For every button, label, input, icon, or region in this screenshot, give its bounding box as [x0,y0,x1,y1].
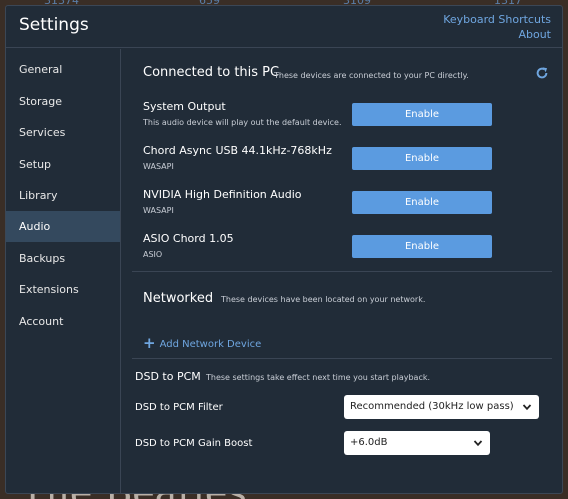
dsd-section-description: These settings take effect next time you… [206,373,431,382]
audio-settings-panel: Connected to this PC These devices are c… [122,49,562,493]
dsd-section-title: DSD to PCM [135,370,201,383]
sidebar-item-library[interactable]: Library [6,180,120,211]
device-api: WASAPI [143,162,174,171]
about-link[interactable]: About [518,28,551,41]
enable-nvidia-hd-audio-button[interactable]: Enable [352,191,492,214]
add-network-device-link[interactable]: + Add Network Device [143,334,261,352]
device-description: This audio device will play out the defa… [143,118,342,127]
sidebar-item-services[interactable]: Services [6,117,120,148]
dsd-filter-value: Recommended (30kHz low pass) [350,401,514,412]
dialog-title: Settings [19,15,89,35]
sidebar-item-general[interactable]: General [6,54,120,85]
settings-dialog: Settings Keyboard Shortcuts About Genera… [5,5,563,494]
connected-section-title: Connected to this PC [143,65,280,80]
device-name: ASIO Chord 1.05 [143,232,234,245]
dsd-gain-label: DSD to PCM Gain Boost [135,438,253,449]
add-network-device-label: Add Network Device [159,339,262,350]
sidebar-item-backups[interactable]: Backups [6,243,120,274]
sidebar-item-extensions[interactable]: Extensions [6,274,120,305]
networked-section-description: These devices have been located on your … [221,295,426,304]
keyboard-shortcuts-link[interactable]: Keyboard Shortcuts [443,13,551,26]
section-divider [132,358,552,359]
connected-section-description: These devices are connected to your PC d… [274,71,469,80]
sidebar-item-audio[interactable]: Audio [6,211,120,242]
sidebar-item-storage[interactable]: Storage [6,86,120,117]
device-name: System Output [143,100,226,113]
enable-chord-usb-button[interactable]: Enable [352,147,492,170]
device-name: Chord Async USB 44.1kHz-768kHz [143,144,332,157]
dialog-header: Settings Keyboard Shortcuts About [6,6,562,48]
sidebar-item-account[interactable]: Account [6,306,120,337]
dsd-gain-value: +6.0dB [350,437,388,448]
section-divider [132,271,552,272]
dsd-filter-label: DSD to PCM Filter [135,402,223,413]
networked-section-title: Networked [143,291,214,306]
device-name: NVIDIA High Definition Audio [143,188,302,201]
device-api: ASIO [143,250,163,259]
device-api: WASAPI [143,206,174,215]
settings-sidebar: General Storage Services Setup Library A… [6,49,121,493]
chevron-down-icon [473,440,483,447]
plus-icon: + [143,334,156,352]
dsd-gain-select[interactable]: +6.0dB [344,431,490,455]
sidebar-item-setup[interactable]: Setup [6,149,120,180]
enable-asio-chord-button[interactable]: Enable [352,235,492,258]
refresh-icon[interactable] [535,66,549,80]
dsd-filter-select[interactable]: Recommended (30kHz low pass) [344,395,539,419]
enable-system-output-button[interactable]: Enable [352,103,492,126]
chevron-down-icon [522,404,532,411]
